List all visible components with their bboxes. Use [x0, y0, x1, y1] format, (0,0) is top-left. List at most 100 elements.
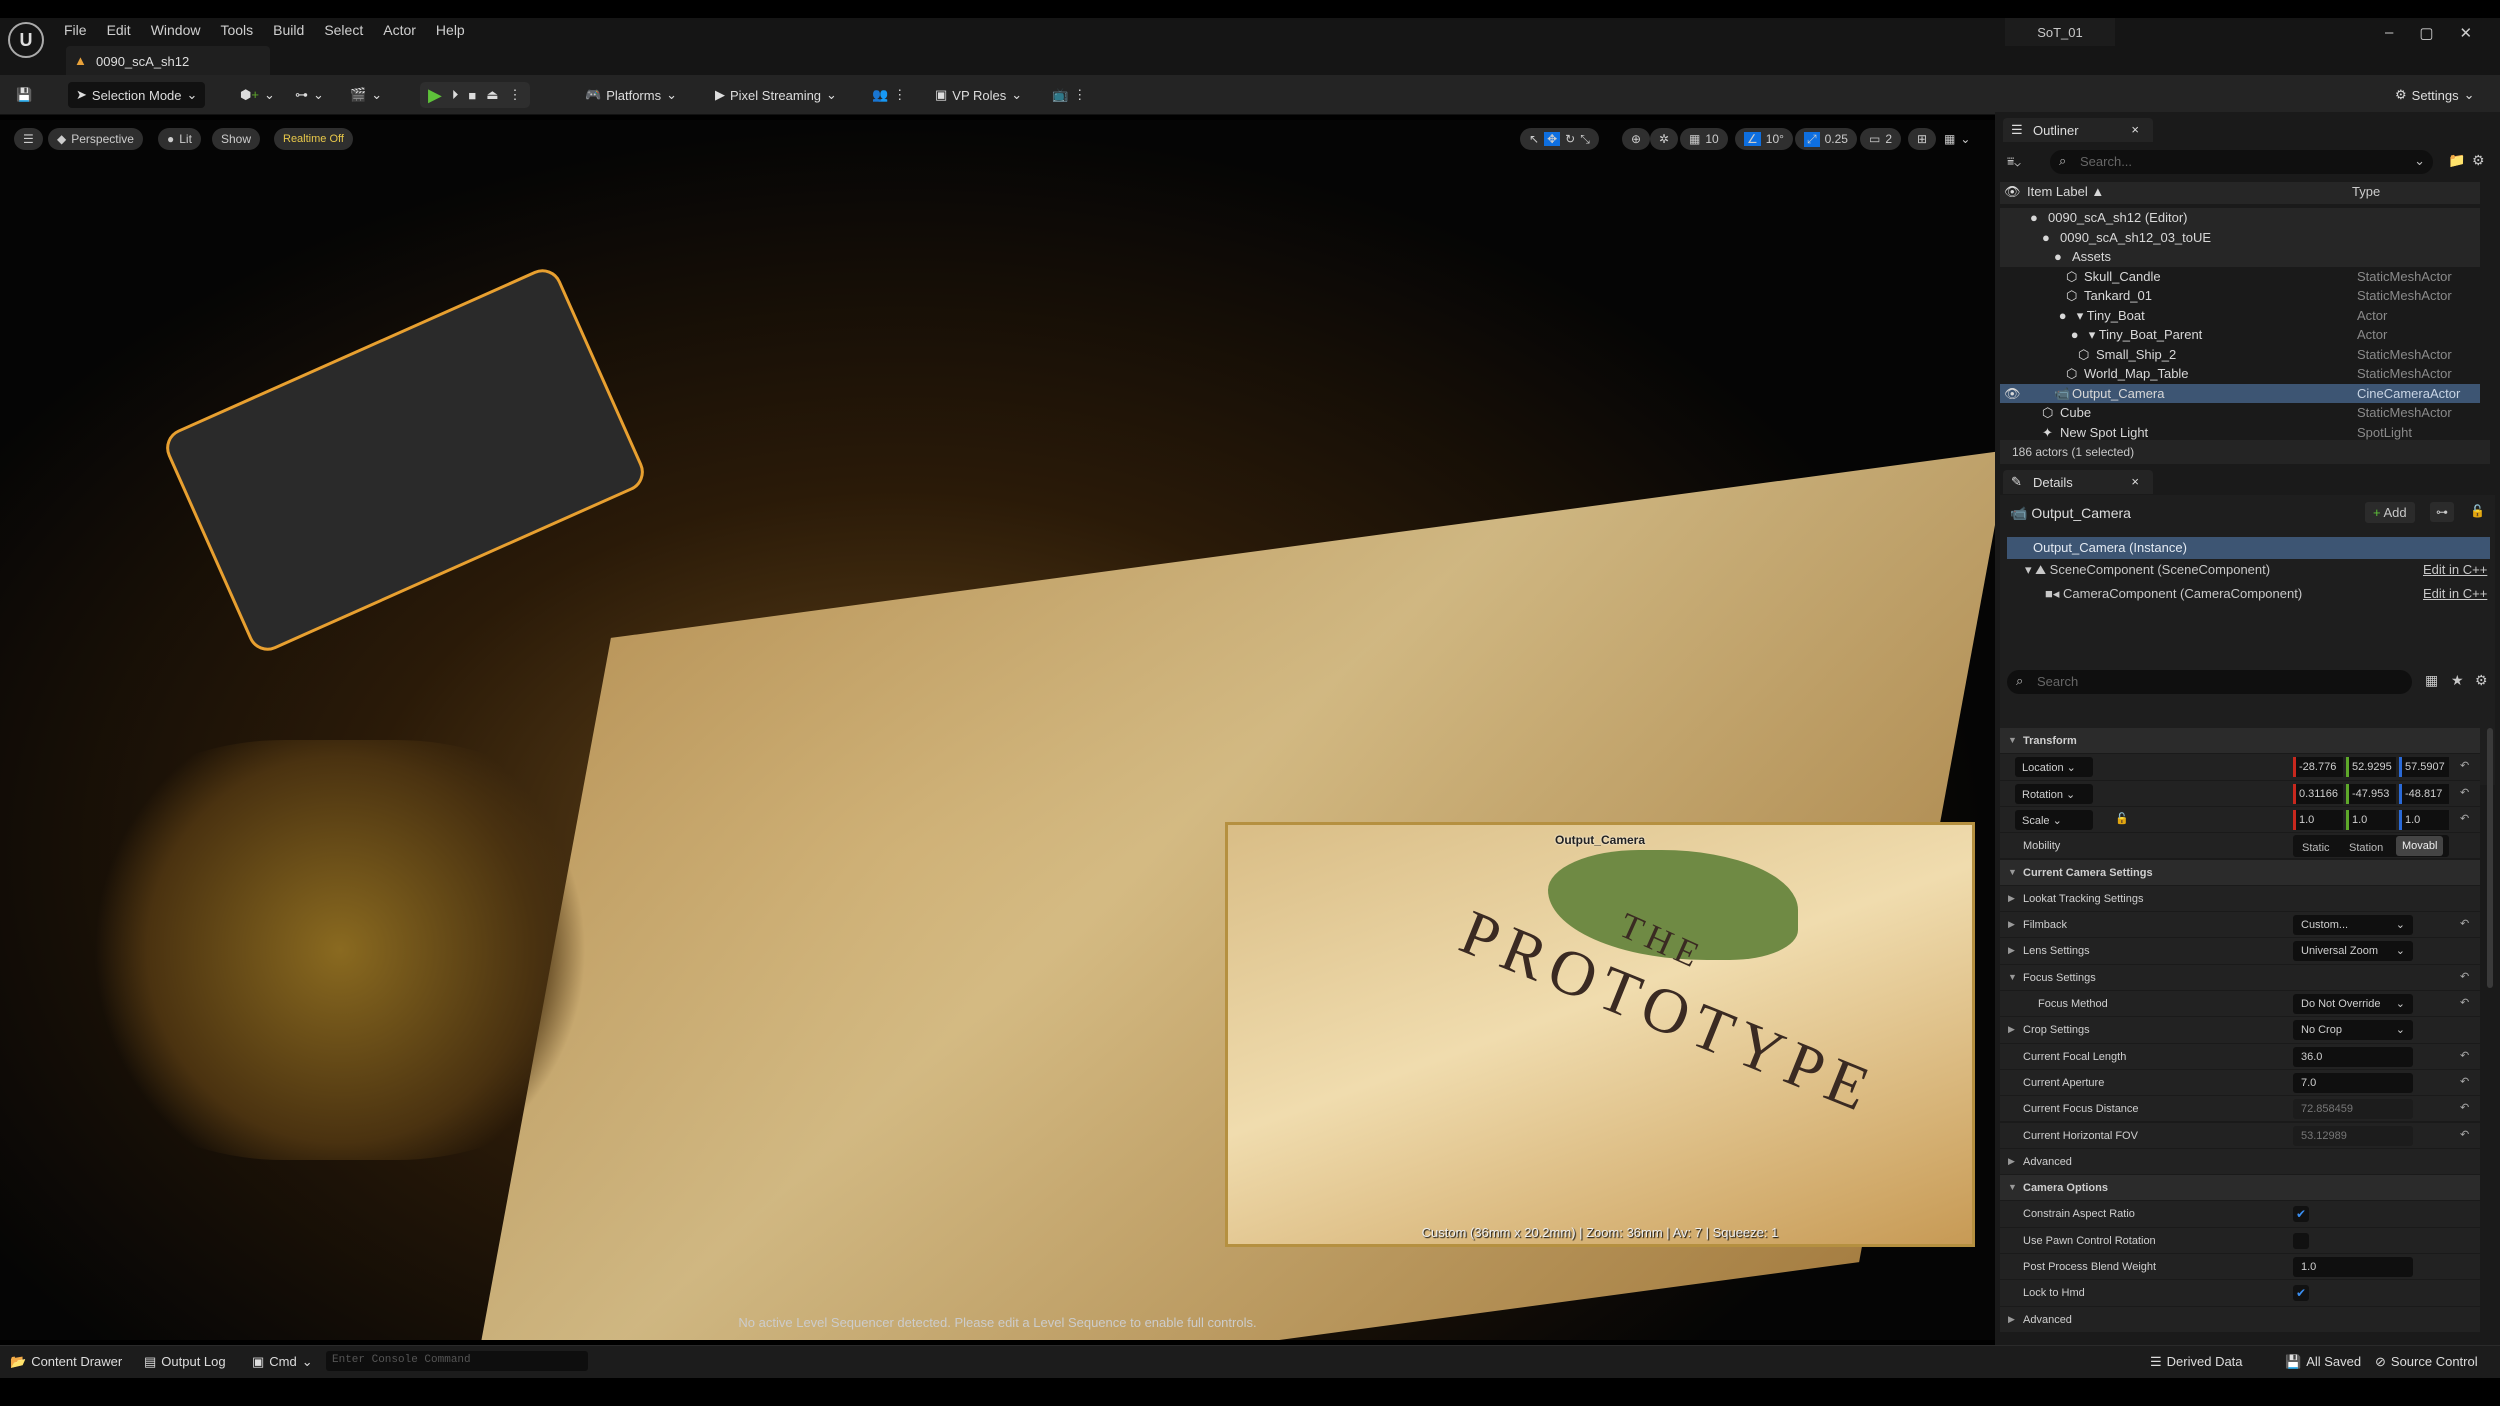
- coord-system-button[interactable]: ⊕: [1622, 128, 1651, 150]
- move-icon[interactable]: ✥: [1544, 132, 1561, 146]
- outliner-row[interactable]: 👁 📹 Output_Camera CineCameraActor: [2000, 383, 2480, 403]
- location-x-field[interactable]: -28.776: [2293, 757, 2343, 778]
- property-row[interactable]: ▼ Focus Settings ↶: [2000, 964, 2480, 991]
- outliner-row[interactable]: ⬡ Cube StaticMeshActor: [2000, 403, 2480, 423]
- reset-icon[interactable]: ↶: [2460, 917, 2469, 930]
- cinematics-button[interactable]: 🎬 ⌄: [350, 82, 382, 108]
- menu-actor[interactable]: Actor: [383, 22, 416, 38]
- property-row[interactable]: ▶ Lens Settings Universal Zoom ⌄: [2000, 938, 2480, 965]
- outliner-row[interactable]: ⬡ Skull_Candle StaticMeshActor: [2000, 267, 2480, 287]
- scale-snap-button[interactable]: ⤢ 0.25: [1795, 128, 1857, 150]
- property-field[interactable]: 53.12989: [2293, 1125, 2413, 1146]
- selection-mode-dropdown[interactable]: ➤ Selection Mode ⌄: [68, 82, 206, 108]
- surface-snap-button[interactable]: ✲: [1650, 128, 1679, 150]
- outliner-row[interactable]: ● Assets: [2000, 247, 2480, 267]
- location-y-field[interactable]: 52.9295: [2346, 757, 2396, 778]
- checkbox[interactable]: ✔: [2293, 1206, 2309, 1223]
- lock-icon[interactable]: 🔓: [2470, 504, 2485, 518]
- grid-snap-button[interactable]: ▦ 10: [1680, 128, 1728, 150]
- select-icon[interactable]: ↖: [1529, 132, 1539, 146]
- perspective-button[interactable]: ◆ Perspective: [48, 128, 143, 150]
- outliner-row[interactable]: ⬡ Tankard_01 StaticMeshActor: [2000, 286, 2480, 306]
- outliner-row[interactable]: ⬡ Small_Ship_2 StaticMeshActor: [2000, 345, 2480, 365]
- property-field[interactable]: 36.0: [2293, 1046, 2413, 1067]
- property-dropdown[interactable]: No Crop ⌄: [2293, 1020, 2413, 1041]
- property-row[interactable]: ▶ Advanced: [2000, 1148, 2480, 1176]
- property-dropdown[interactable]: Custom... ⌄: [2293, 915, 2413, 936]
- column-type[interactable]: Type: [2352, 184, 2380, 199]
- mobility-stationary[interactable]: Station: [2343, 838, 2389, 858]
- property-field[interactable]: 1.0: [2293, 1257, 2413, 1277]
- viewport-menu-button[interactable]: ☰: [14, 128, 43, 150]
- property-dropdown[interactable]: Do Not Override ⌄: [2293, 994, 2413, 1014]
- tab-details[interactable]: ✎ Details ×: [2003, 470, 2153, 494]
- viewport-layout-dropdown[interactable]: ▦ ⌄: [1935, 128, 1979, 150]
- property-row[interactable]: ▼ Current Camera Settings: [2000, 859, 2480, 886]
- scale-x-field[interactable]: 1.0: [2293, 809, 2343, 830]
- all-saved-button[interactable]: 💾 All Saved: [2285, 1354, 2361, 1370]
- component-camera[interactable]: ■◂ CameraComponent (CameraComponent): [2045, 586, 2302, 602]
- lock-icon[interactable]: 🔓: [2115, 812, 2129, 825]
- property-row[interactable]: ▶ Crop Settings No Crop ⌄: [2000, 1017, 2480, 1044]
- menu-window[interactable]: Window: [151, 22, 201, 38]
- filter-dropdown[interactable]: ⩸⌄: [2007, 154, 2021, 169]
- scale-y-field[interactable]: 1.0: [2346, 809, 2396, 830]
- outliner-row[interactable]: ● ▾ Tiny_Boat Actor: [2000, 306, 2480, 326]
- expand-arrow-icon[interactable]: ▶: [2008, 1024, 2015, 1035]
- scale-z-field[interactable]: 1.0: [2399, 809, 2449, 830]
- mobility-movable[interactable]: Movabl: [2396, 836, 2444, 857]
- multi-user-button[interactable]: 👥 ⋮: [872, 82, 906, 108]
- reset-icon[interactable]: ↶: [2460, 1049, 2469, 1062]
- menu-select[interactable]: Select: [324, 22, 363, 38]
- expand-arrow-icon[interactable]: ▶: [2008, 945, 2015, 956]
- column-item-label[interactable]: Item Label ▲: [2027, 184, 2104, 199]
- reset-icon[interactable]: ↶: [2460, 1101, 2469, 1114]
- details-scrollbar[interactable]: [2487, 728, 2493, 988]
- blueprint-convert-button[interactable]: ⊶: [2430, 502, 2454, 522]
- expand-arrow-icon[interactable]: ▼: [2008, 867, 2017, 877]
- component-instance-row[interactable]: Output_Camera (Instance): [2007, 537, 2490, 559]
- play-icon[interactable]: ▶: [428, 85, 442, 106]
- expand-arrow-icon[interactable]: ▶: [2008, 1314, 2015, 1325]
- star-icon[interactable]: ★: [2451, 672, 2464, 689]
- outliner-row[interactable]: ● ▾ Tiny_Boat_Parent Actor: [2000, 325, 2480, 345]
- category-transform[interactable]: ▼ Transform: [2000, 728, 2480, 755]
- visibility-icon[interactable]: 👁: [2004, 184, 2021, 200]
- reset-icon[interactable]: ↶: [2460, 970, 2469, 983]
- chevron-down-icon[interactable]: ⌄: [2414, 153, 2425, 169]
- property-row[interactable]: ▶ Filmback Custom... ⌄ ↶: [2000, 912, 2480, 939]
- menu-build[interactable]: Build: [273, 22, 304, 38]
- property-row[interactable]: ▶ Advanced: [2000, 1306, 2480, 1333]
- rotate-icon[interactable]: ↻: [1565, 132, 1575, 146]
- expand-arrow-icon[interactable]: ▶: [2008, 893, 2015, 904]
- menu-help[interactable]: Help: [436, 22, 465, 38]
- reset-icon[interactable]: ↶: [2460, 1128, 2469, 1141]
- visibility-icon[interactable]: 👁: [2004, 386, 2021, 402]
- menu-file[interactable]: File: [64, 22, 87, 38]
- maximize-button[interactable]: ▢: [2419, 24, 2433, 42]
- vp-roles-dropdown[interactable]: ▣ VP Roles ⌄: [935, 82, 1022, 108]
- details-search-input[interactable]: ⌕ Search: [2007, 670, 2412, 694]
- outliner-row[interactable]: ● 0090_scA_sh12_03_toUE: [2000, 227, 2480, 247]
- add-component-button[interactable]: + Add: [2365, 502, 2415, 523]
- document-tab[interactable]: ▲ 0090_scA_sh12: [66, 46, 270, 75]
- checkbox[interactable]: ✔: [2293, 1285, 2309, 1302]
- menu-tools[interactable]: Tools: [220, 22, 253, 38]
- unreal-logo[interactable]: U: [8, 22, 44, 58]
- step-icon[interactable]: ⏵: [452, 87, 459, 103]
- menu-edit[interactable]: Edit: [107, 22, 131, 38]
- show-button[interactable]: Show: [212, 128, 261, 150]
- gear-icon[interactable]: ⚙: [2475, 672, 2488, 689]
- add-folder-icon[interactable]: 📁: [2448, 152, 2465, 169]
- reset-icon[interactable]: ↶: [2460, 996, 2469, 1009]
- outliner-search-input[interactable]: ⌕ Search... ⌄: [2050, 150, 2433, 174]
- rotation-dropdown[interactable]: Rotation ⌄: [2015, 783, 2093, 804]
- rotation-x-field[interactable]: 0.31166: [2293, 783, 2343, 804]
- mobility-static[interactable]: Static: [2296, 838, 2336, 858]
- stop-icon[interactable]: ■: [468, 88, 476, 103]
- location-z-field[interactable]: 57.5907: [2399, 757, 2449, 778]
- settings-dropdown[interactable]: ⚙ Settings ⌄: [2395, 82, 2475, 108]
- maximize-viewport-button[interactable]: ⊞: [1908, 128, 1937, 150]
- location-dropdown[interactable]: Location ⌄: [2015, 757, 2093, 778]
- property-field[interactable]: 7.0: [2293, 1072, 2413, 1093]
